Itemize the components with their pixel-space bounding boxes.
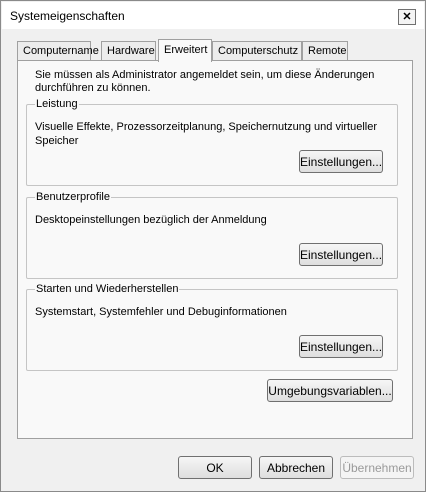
environment-variables-button[interactable]: Umgebungsvariablen...: [267, 379, 393, 402]
group-title: Leistung: [35, 97, 79, 111]
performance-settings-button[interactable]: Einstellungen...: [299, 150, 383, 173]
group-benutzerprofile: Benutzerprofile Desktopeinstellungen bez…: [26, 190, 398, 279]
tab-label: Computerschutz: [218, 45, 299, 57]
window-title: Systemeigenschaften: [10, 9, 125, 23]
group-description: Visuelle Effekte, Prozessorzeitplanung, …: [35, 121, 378, 147]
close-icon: ✕: [402, 10, 412, 23]
tab-label: Remote: [308, 45, 347, 57]
group-title: Starten und Wiederherstellen: [35, 282, 180, 296]
system-properties-dialog: Systemeigenschaften ✕ Computername Hardw…: [0, 0, 426, 492]
tab-label: Hardware: [107, 45, 155, 57]
group-title: Benutzerprofile: [35, 190, 111, 204]
tab-panel-erweitert: Sie müssen als Administrator angemeldet …: [17, 60, 413, 439]
apply-button[interactable]: Übernehmen: [340, 456, 414, 479]
group-starten-wiederherstellen: Starten und Wiederherstellen Systemstart…: [26, 282, 398, 371]
user-profiles-settings-button[interactable]: Einstellungen...: [299, 243, 383, 266]
startup-recovery-settings-button[interactable]: Einstellungen...: [299, 335, 383, 358]
tab-computerschutz[interactable]: Computerschutz: [212, 41, 302, 61]
close-button[interactable]: ✕: [398, 9, 416, 25]
tab-hardware[interactable]: Hardware: [101, 41, 156, 61]
admin-notice: Sie müssen als Administrator angemeldet …: [35, 69, 375, 94]
title-bar: Systemeigenschaften ✕: [2, 2, 424, 29]
tab-erweitert[interactable]: Erweitert: [158, 39, 212, 62]
group-description: Systemstart, Systemfehler und Debuginfor…: [35, 306, 287, 318]
group-description: Desktopeinstellungen bezüglich der Anmel…: [35, 214, 267, 226]
tab-label: Computername: [23, 45, 99, 57]
group-leistung: Leistung Visuelle Effekte, Prozessorzeit…: [26, 97, 398, 186]
tab-remote[interactable]: Remote: [302, 41, 348, 61]
tab-computername[interactable]: Computername: [17, 41, 99, 61]
cancel-button[interactable]: Abbrechen: [259, 456, 333, 479]
tab-strip: Computername Hardware Erweitert Computer…: [17, 39, 417, 62]
ok-button[interactable]: OK: [178, 456, 252, 479]
tab-label: Erweitert: [164, 44, 208, 56]
